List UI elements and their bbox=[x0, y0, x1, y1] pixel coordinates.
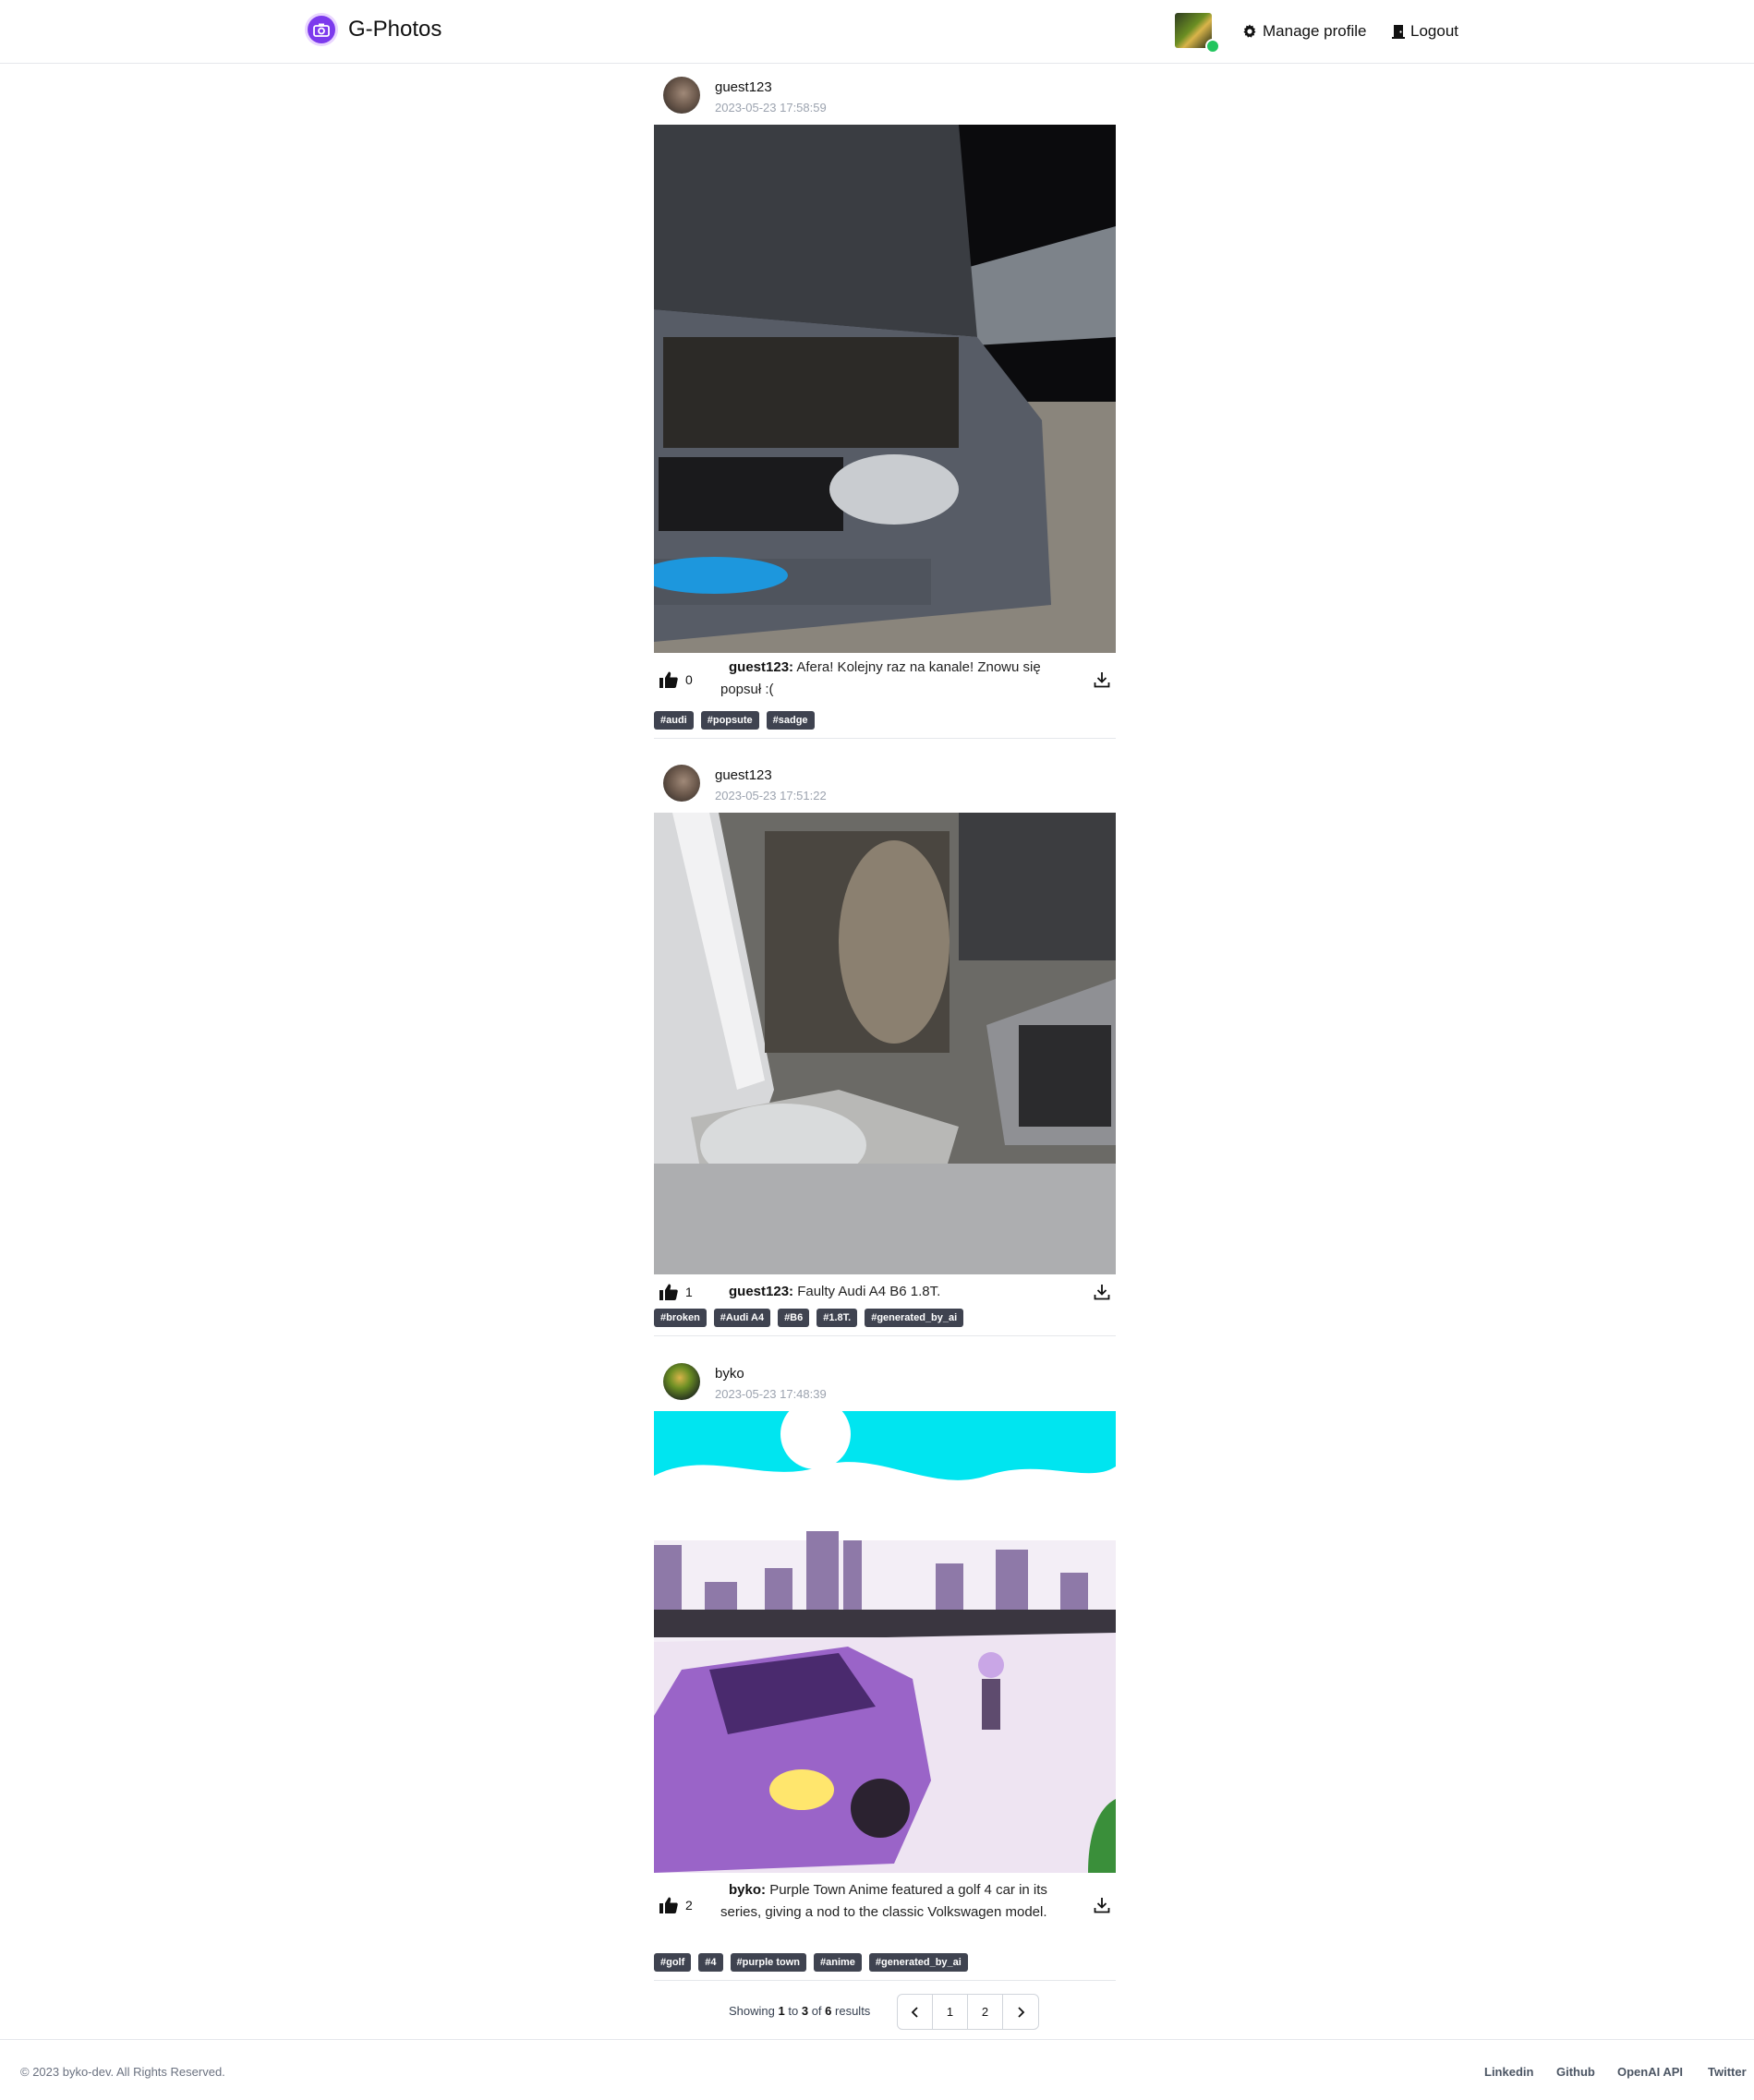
caption-text: Purple Town Anime featured a golf 4 car … bbox=[720, 1882, 1047, 1920]
navbar: G-Photos Manage profile Logout bbox=[0, 0, 1754, 64]
like-count: 0 bbox=[685, 672, 693, 687]
results-from: 1 bbox=[778, 2004, 785, 2018]
chevron-left-icon bbox=[911, 2006, 918, 2018]
post-image[interactable] bbox=[654, 1411, 1116, 1873]
author-avatar[interactable] bbox=[663, 765, 700, 802]
post-image[interactable] bbox=[654, 125, 1116, 653]
footer-link-linkedin[interactable]: Linkedin bbox=[1484, 2065, 1533, 2079]
tag-badge[interactable]: #4 bbox=[698, 1953, 723, 1972]
next-page-button[interactable] bbox=[1003, 1995, 1038, 2029]
caption-author[interactable]: guest123: bbox=[729, 1284, 793, 1299]
like-button[interactable]: 0 bbox=[659, 671, 693, 688]
download-icon bbox=[1094, 1285, 1110, 1300]
footer-divider bbox=[0, 2039, 1754, 2040]
download-button[interactable] bbox=[1094, 1897, 1110, 1918]
post-divider bbox=[654, 1335, 1116, 1336]
manage-profile-label: Manage profile bbox=[1263, 22, 1367, 40]
post-timestamp: 2023-05-23 17:51:22 bbox=[715, 789, 827, 803]
thumbs-up-icon bbox=[659, 1284, 678, 1300]
post-card: guest123 2023-05-23 17:58:59 0 guest123:… bbox=[654, 66, 1116, 739]
footer-link-github[interactable]: Github bbox=[1556, 2065, 1595, 2079]
author-avatar[interactable] bbox=[663, 77, 700, 114]
caption-text: Faulty Audi A4 B6 1.8T. bbox=[797, 1284, 941, 1299]
like-button[interactable]: 1 bbox=[659, 1284, 693, 1300]
post-tags: #golf #4 #purple town #anime #generated_… bbox=[654, 1953, 975, 1972]
thumbs-up-icon bbox=[659, 671, 678, 688]
manage-profile-link[interactable]: Manage profile bbox=[1242, 22, 1366, 41]
post-card: byko 2023-05-23 17:48:39 2 byko: Purple … bbox=[654, 1353, 1116, 1981]
caption-author[interactable]: guest123: bbox=[729, 659, 793, 675]
post-timestamp: 2023-05-23 17:58:59 bbox=[715, 101, 827, 115]
results-label: Showing bbox=[729, 2004, 775, 2018]
caption-author[interactable]: byko: bbox=[729, 1882, 766, 1898]
tag-badge[interactable]: #broken bbox=[654, 1309, 707, 1327]
camera-icon bbox=[308, 16, 335, 43]
download-button[interactable] bbox=[1094, 671, 1110, 693]
post-caption: guest123: Afera! Kolejny raz na kanale! … bbox=[720, 657, 1062, 701]
results-suffix: results bbox=[835, 2004, 871, 2018]
brand-link[interactable]: G-Photos bbox=[308, 16, 442, 43]
tag-badge[interactable]: #generated_by_ai bbox=[868, 1953, 968, 1972]
page-button-1[interactable]: 1 bbox=[933, 1995, 968, 2029]
post-author[interactable]: guest123 bbox=[715, 79, 772, 95]
tag-badge[interactable]: #audi bbox=[654, 711, 694, 730]
post-author[interactable]: guest123 bbox=[715, 767, 772, 783]
post-header: guest123 2023-05-23 17:58:59 bbox=[654, 66, 1116, 115]
tag-badge[interactable]: #Audi A4 bbox=[713, 1309, 771, 1327]
like-button[interactable]: 2 bbox=[659, 1897, 693, 1913]
post-divider bbox=[654, 1980, 1116, 1981]
pagination-summary: Showing 1 to 3 of 6 results bbox=[729, 2004, 870, 2018]
post-caption: guest123: Faulty Audi A4 B6 1.8T. bbox=[720, 1281, 1062, 1303]
results-to-label: to bbox=[788, 2004, 799, 2018]
previous-page-button[interactable] bbox=[898, 1995, 933, 2029]
pagination-controls: 1 2 bbox=[897, 1994, 1039, 2030]
results-to: 3 bbox=[801, 2004, 809, 2018]
download-icon bbox=[1094, 1898, 1110, 1913]
logout-label: Logout bbox=[1410, 22, 1458, 40]
tag-badge[interactable]: #B6 bbox=[778, 1309, 810, 1327]
tag-badge[interactable]: #generated_by_ai bbox=[865, 1309, 964, 1327]
post-caption: byko: Purple Town Anime featured a golf … bbox=[720, 1879, 1062, 1924]
online-status-indicator bbox=[1205, 39, 1220, 54]
like-count: 2 bbox=[685, 1898, 693, 1913]
tag-badge[interactable]: #golf bbox=[654, 1953, 692, 1972]
chevron-right-icon bbox=[1018, 2006, 1025, 2018]
results-total: 6 bbox=[825, 2004, 832, 2018]
footer-copyright: © 2023 byko-dev. All Rights Reserved. bbox=[20, 2065, 225, 2079]
tag-badge[interactable]: #popsute bbox=[700, 711, 759, 730]
tag-badge[interactable]: #sadge bbox=[766, 711, 815, 730]
post-header: byko 2023-05-23 17:48:39 bbox=[654, 1353, 1116, 1401]
footer-link-twitter[interactable]: Twitter bbox=[1708, 2065, 1747, 2079]
post-timestamp: 2023-05-23 17:48:39 bbox=[715, 1387, 827, 1401]
download-button[interactable] bbox=[1094, 1284, 1110, 1305]
door-icon bbox=[1392, 25, 1405, 39]
gear-icon bbox=[1243, 24, 1256, 38]
logout-link[interactable]: Logout bbox=[1392, 22, 1458, 41]
results-of-label: of bbox=[811, 2004, 822, 2018]
page-button-2[interactable]: 2 bbox=[968, 1995, 1003, 2029]
post-image[interactable] bbox=[654, 813, 1116, 1274]
download-icon bbox=[1094, 672, 1110, 688]
post-divider bbox=[654, 738, 1116, 739]
thumbs-up-icon bbox=[659, 1897, 678, 1913]
post-card: guest123 2023-05-23 17:51:22 1 guest123:… bbox=[654, 754, 1116, 1336]
brand-title: G-Photos bbox=[348, 17, 442, 42]
post-tags: #broken #Audi A4 #B6 #1.8T. #generated_b… bbox=[654, 1309, 971, 1327]
tag-badge[interactable]: #purple town bbox=[730, 1953, 806, 1972]
post-tags: #audi #popsute #sadge bbox=[654, 711, 822, 730]
footer-link-openai-api[interactable]: OpenAI API bbox=[1617, 2065, 1683, 2079]
post-author[interactable]: byko bbox=[715, 1366, 744, 1382]
post-header: guest123 2023-05-23 17:51:22 bbox=[654, 754, 1116, 803]
like-count: 1 bbox=[685, 1285, 693, 1299]
author-avatar[interactable] bbox=[663, 1363, 700, 1400]
tag-badge[interactable]: #1.8T. bbox=[817, 1309, 858, 1327]
tag-badge[interactable]: #anime bbox=[813, 1953, 862, 1972]
